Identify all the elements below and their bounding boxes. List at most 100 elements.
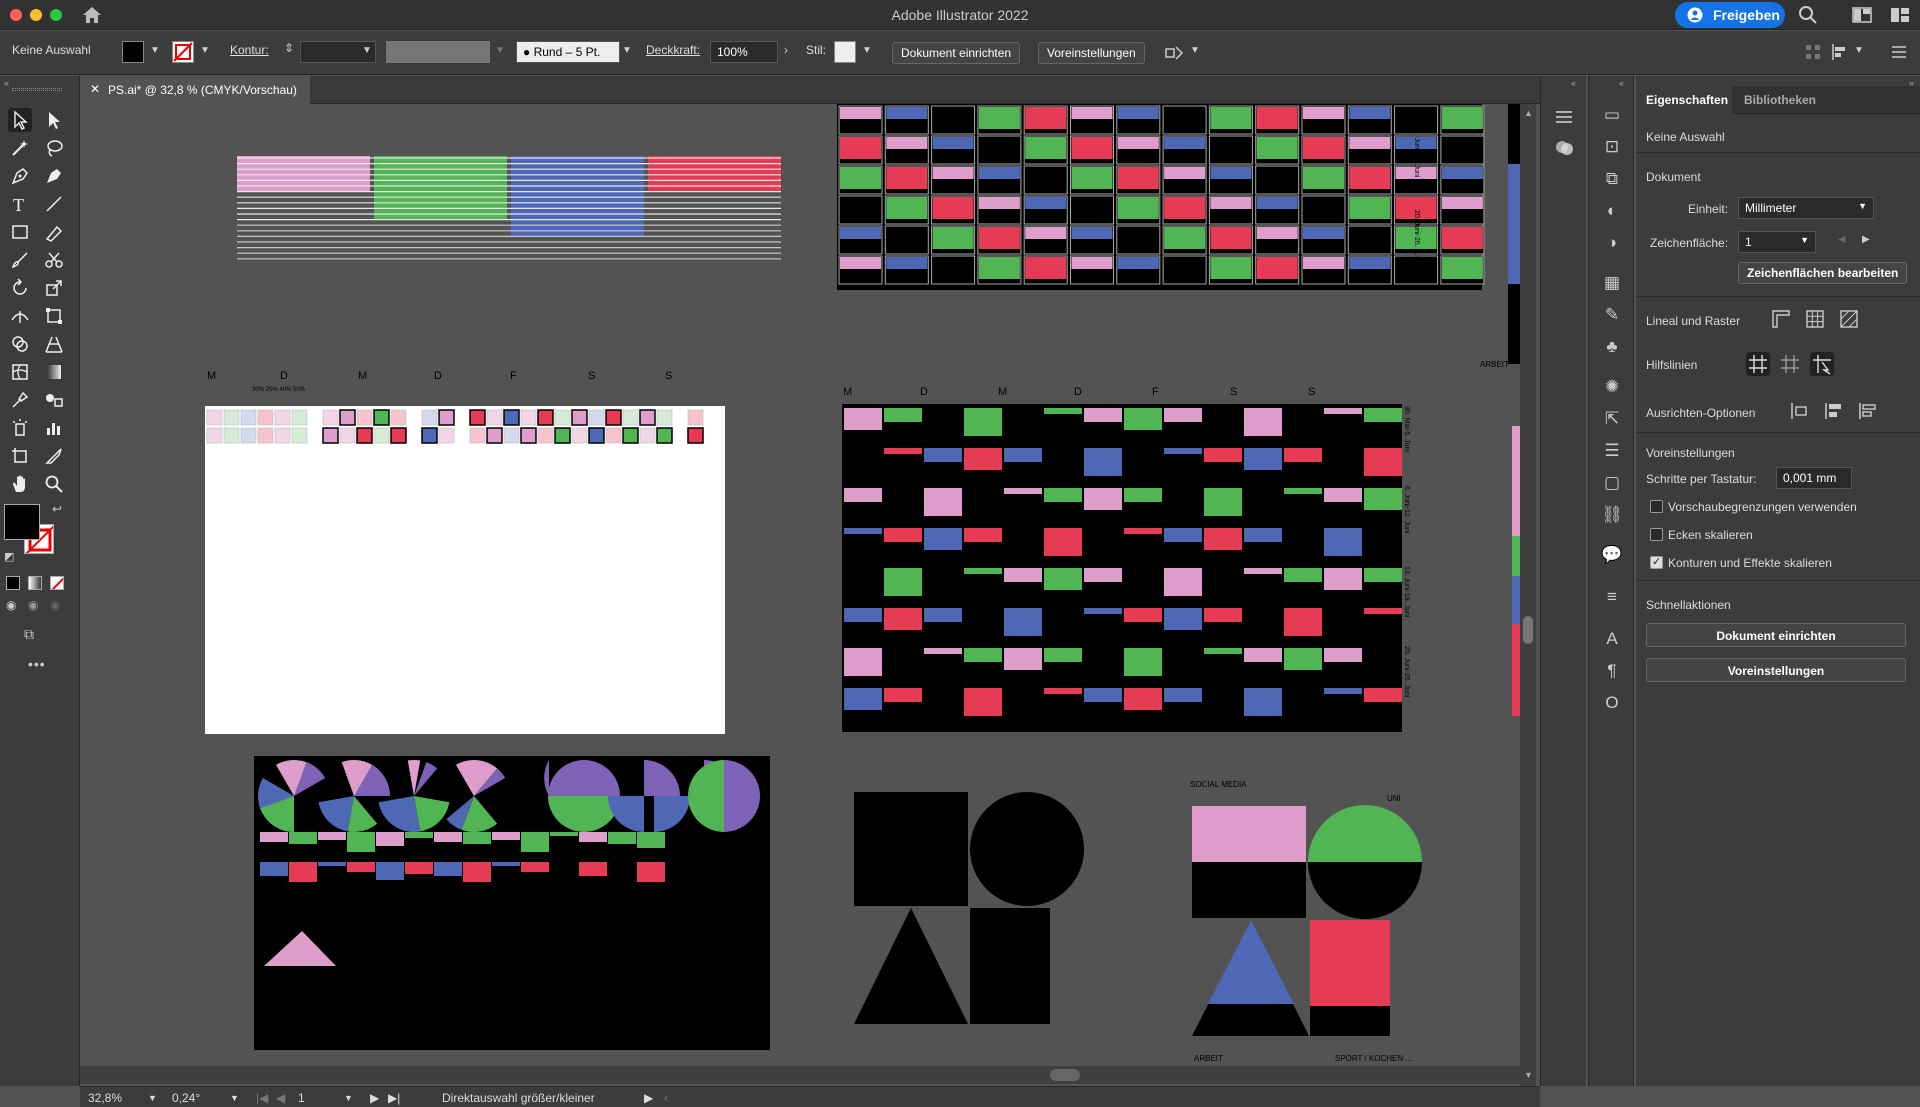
canvas[interactable]: 13. Juni-19. Juni 20. Juni-26. Juni ARBE…: [80, 104, 1536, 1086]
panel-options-icon[interactable]: [1553, 106, 1575, 128]
chevron-down-icon[interactable]: ▼: [862, 45, 872, 56]
artboard-tool[interactable]: [8, 444, 32, 468]
artboards-icon[interactable]: ▢: [1601, 472, 1623, 494]
curvature-tool[interactable]: [42, 164, 66, 188]
collapse-arrows-icon[interactable]: «: [1619, 78, 1624, 88]
paintbrush-tool[interactable]: [8, 248, 32, 272]
gradient-panel-icon[interactable]: ▭: [1601, 104, 1623, 126]
transform-icon[interactable]: [1804, 43, 1822, 61]
transparency-grid-icon[interactable]: [1838, 308, 1860, 330]
pathfinder-icon[interactable]: ⧉: [1601, 168, 1623, 190]
gradient-tool[interactable]: [42, 360, 66, 384]
zoom-tool[interactable]: [42, 472, 66, 496]
comments-icon[interactable]: 💬: [1601, 544, 1623, 566]
opentype-icon[interactable]: O: [1601, 692, 1623, 714]
screen-mode-icon[interactable]: ⧉: [24, 626, 34, 643]
next-artboard-icon[interactable]: ▶: [1862, 234, 1870, 245]
shape-builder-tool[interactable]: [8, 332, 32, 356]
fill-swatch[interactable]: [122, 41, 144, 63]
status-menu-icon[interactable]: ▶: [644, 1091, 653, 1105]
character-icon[interactable]: A: [1601, 628, 1623, 650]
chevron-down-icon[interactable]: ▼: [362, 45, 372, 56]
keyboard-increment-field[interactable]: 0,001 mm: [1776, 467, 1852, 489]
chevron-down-icon[interactable]: ▼: [1854, 45, 1864, 56]
variable-width-profile[interactable]: [386, 41, 490, 63]
chevron-down-icon[interactable]: ▼: [622, 45, 632, 56]
type-tool[interactable]: T: [8, 192, 32, 216]
chevron-down-icon[interactable]: ▼: [200, 45, 210, 56]
graphic-style-swatch[interactable]: [834, 41, 856, 63]
horizontal-scrollbar[interactable]: [80, 1066, 1520, 1084]
guides-toggle-icon[interactable]: [1746, 352, 1770, 376]
free-transform-tool[interactable]: [42, 304, 66, 328]
scroll-down-icon[interactable]: ▼: [1524, 1070, 1533, 1080]
slice-tool[interactable]: [42, 444, 66, 468]
rotation-angle[interactable]: 0,24°: [172, 1091, 200, 1105]
brushes-icon[interactable]: ✎: [1601, 304, 1623, 326]
links-icon[interactable]: ⛓: [1601, 504, 1623, 526]
panel-menu-icon[interactable]: [1890, 43, 1908, 61]
selection-tool[interactable]: [8, 108, 32, 132]
draw-behind-icon[interactable]: ◉: [28, 598, 38, 612]
scale-tool[interactable]: [42, 276, 66, 300]
quick-preferences-button[interactable]: Voreinstellungen: [1646, 658, 1906, 682]
column-graph-tool[interactable]: [42, 416, 66, 440]
close-tab-icon[interactable]: ✕: [90, 82, 100, 96]
lock-guides-icon[interactable]: [1778, 352, 1802, 376]
edit-toolbar-icon[interactable]: •••: [28, 656, 46, 672]
preferences-button[interactable]: Voreinstellungen: [1038, 42, 1145, 64]
align-panel-icon[interactable]: ≡: [1601, 586, 1623, 608]
direct-selection-tool[interactable]: [42, 108, 66, 132]
mesh-tool[interactable]: [8, 360, 32, 384]
eyedropper-tool[interactable]: [8, 388, 32, 412]
align-to-artboard-icon[interactable]: [1856, 400, 1878, 422]
previous-artboard-icon[interactable]: ◀: [276, 1091, 285, 1105]
scale-corners-checkbox[interactable]: [1650, 528, 1663, 541]
recolor-icon[interactable]: [1164, 43, 1184, 63]
chevron-down-icon[interactable]: ▼: [344, 1093, 353, 1103]
quick-document-setup-button[interactable]: Dokument einrichten: [1646, 623, 1906, 647]
unit-select[interactable]: Millimeter ▼: [1738, 197, 1874, 219]
line-segment-tool[interactable]: [42, 192, 66, 216]
pie-charts-artwork[interactable]: [254, 756, 770, 1050]
color-mode-icon[interactable]: [6, 576, 20, 590]
black-shapes-artwork[interactable]: [854, 792, 1094, 1032]
appearance-icon[interactable]: [1553, 136, 1575, 158]
vertical-scroll-thumb[interactable]: [1523, 616, 1533, 644]
legend-stripes-artwork[interactable]: [237, 152, 782, 292]
draw-normal-icon[interactable]: ◉: [6, 598, 16, 612]
stroke-swatch[interactable]: [172, 41, 194, 63]
artboard-select[interactable]: 1 ▼: [1738, 231, 1816, 253]
color-icon[interactable]: ◐: [1601, 200, 1623, 222]
arrange-panels-icon[interactable]: [1890, 5, 1910, 25]
smart-guides-icon[interactable]: [1810, 352, 1834, 376]
horizontal-scroll-thumb[interactable]: [1050, 1069, 1080, 1081]
graphic-styles-icon[interactable]: ✺: [1601, 376, 1623, 398]
align-to-key-object-icon[interactable]: [1822, 400, 1844, 422]
collapse-arrows-icon[interactable]: «: [4, 78, 9, 88]
scale-strokes-effects-checkbox[interactable]: [1650, 555, 1663, 569]
white-artboard[interactable]: [205, 406, 725, 734]
scroll-up-icon[interactable]: ▲: [1524, 108, 1533, 118]
chevron-down-icon[interactable]: ▼: [150, 45, 160, 56]
chevron-down-icon[interactable]: ▼: [495, 45, 505, 56]
asset-export-icon[interactable]: ⇱: [1601, 408, 1623, 430]
blend-tool[interactable]: [42, 388, 66, 412]
brush-definition[interactable]: ● Rund – 5 Pt.: [516, 41, 620, 63]
artboard-number[interactable]: 1: [298, 1091, 305, 1105]
shaper-tool[interactable]: [42, 220, 66, 244]
tab-libraries[interactable]: Bibliotheken: [1744, 93, 1816, 107]
tab-properties[interactable]: Eigenschaften: [1646, 93, 1728, 107]
layers-icon[interactable]: ☰: [1601, 440, 1623, 462]
color-guide-icon[interactable]: ◑: [1601, 232, 1623, 254]
perspective-grid-tool[interactable]: [42, 332, 66, 356]
rulers-icon[interactable]: [1770, 308, 1792, 330]
document-tab[interactable]: ✕ PS.ai* @ 32,8 % (CMYK/Vorschau): [80, 76, 310, 104]
workspace-icon[interactable]: [1852, 5, 1872, 25]
edit-artboards-button[interactable]: Zeichenflächen bearbeiten: [1738, 262, 1908, 284]
lasso-tool[interactable]: [42, 136, 66, 160]
chevron-down-icon[interactable]: ▼: [148, 1093, 157, 1103]
rotate-tool[interactable]: [8, 276, 32, 300]
vertical-scrollbar[interactable]: ▲ ▼: [1520, 104, 1536, 1086]
pen-tool[interactable]: [8, 164, 32, 188]
